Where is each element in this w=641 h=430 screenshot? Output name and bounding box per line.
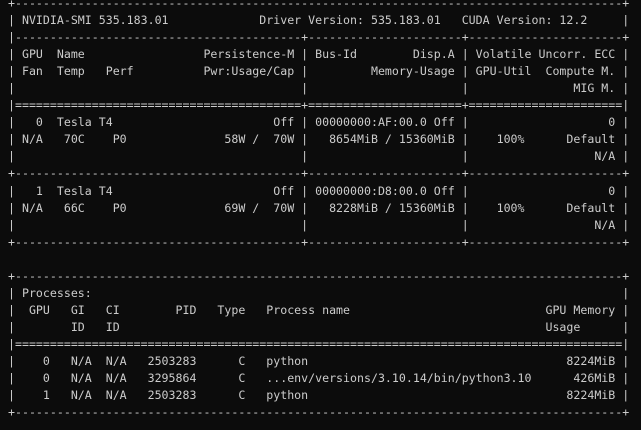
processes-title: | Processes: | <box>8 285 630 300</box>
processes-border-bottom: +---------------------------------------… <box>8 405 630 420</box>
border-top: +---------------------------------------… <box>8 0 630 10</box>
processes-header-row-1: | GPU GI CI PID Type Process name GPU Me… <box>8 302 630 317</box>
gpu-0-row-2: | N/A 70C P0 58W / 70W | 8654MiB / 15360… <box>8 132 630 147</box>
process-row: | 0 N/A N/A 2503283 C python 8224MiB | <box>8 353 630 368</box>
process-row: | 1 N/A N/A 2503283 C python 8224MiB | <box>8 388 630 403</box>
column-header-row-3: | | | MIG M. | <box>8 81 630 96</box>
processes-header-row-2: | ID ID Usage | <box>8 319 630 334</box>
gpu-1-row-3: | | | N/A | <box>8 217 630 232</box>
terminal-output: +---------------------------------------… <box>8 0 629 421</box>
processes-divider: |=======================================… <box>8 336 630 351</box>
version-header: | NVIDIA-SMI 535.183.01 Driver Version: … <box>8 13 630 28</box>
gpu-1-row-1: | 1 Tesla T4 Off | 00000000:D8:00.0 Off … <box>8 183 630 198</box>
column-header-row-1: | GPU Name Persistence-M | Bus-Id Disp.A… <box>8 47 630 62</box>
border-bottom: +---------------------------------------… <box>8 234 630 249</box>
separator: |---------------------------------------… <box>8 30 630 45</box>
gpu-0-row-1: | 0 Tesla T4 Off | 00000000:AF:00.0 Off … <box>8 115 630 130</box>
header-divider: |=======================================… <box>8 98 630 113</box>
gpu-0-row-3: | | | N/A | <box>8 149 630 164</box>
column-header-row-2: | Fan Temp Perf Pwr:Usage/Cap | Memory-U… <box>8 64 630 79</box>
processes-border-top: +---------------------------------------… <box>8 268 630 283</box>
separator: +---------------------------------------… <box>8 166 630 181</box>
gpu-1-row-2: | N/A 66C P0 69W / 70W | 8228MiB / 15360… <box>8 200 630 215</box>
process-row: | 0 N/A N/A 3295864 C ...env/versions/3.… <box>8 371 630 386</box>
